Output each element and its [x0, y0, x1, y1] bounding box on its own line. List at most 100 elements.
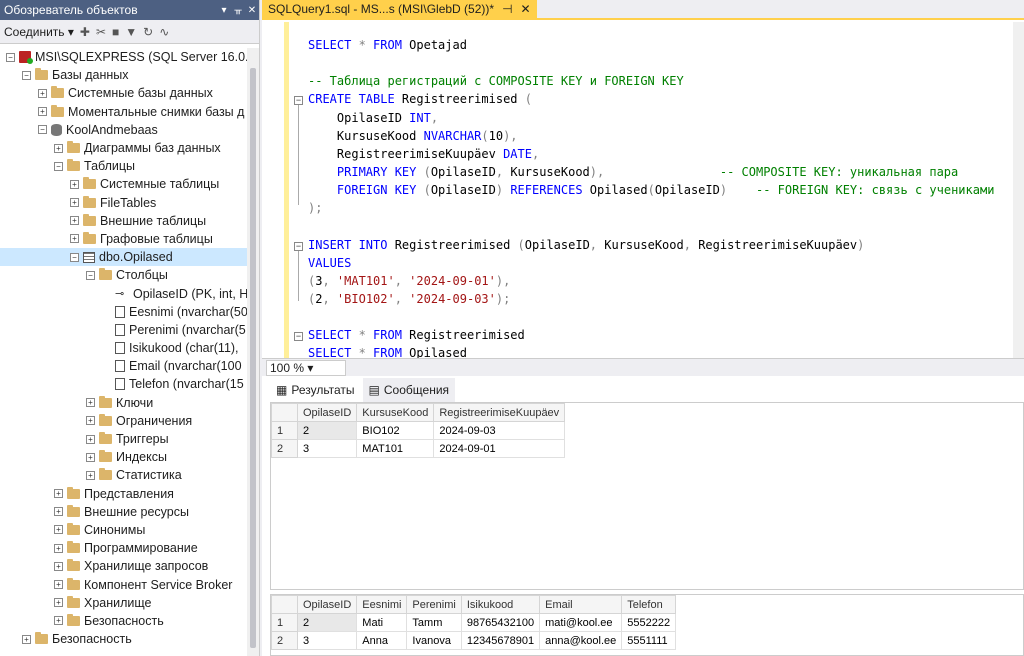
- code-line[interactable]: VALUES: [308, 254, 994, 272]
- column-header[interactable]: Perenimi: [406, 595, 462, 614]
- tree-databases[interactable]: − Базы данных: [0, 66, 248, 84]
- expand-icon[interactable]: +: [54, 507, 63, 517]
- column-header[interactable]: Isikukood: [460, 595, 541, 614]
- tree-system-databases[interactable]: + Системные базы данных: [0, 84, 248, 102]
- tree-server[interactable]: − MSI\SQLEXPRESS (SQL Server 16.0.10: [0, 48, 259, 66]
- activity-monitor-icon[interactable]: ∿: [159, 25, 169, 39]
- expand-icon[interactable]: +: [54, 525, 63, 535]
- tree-query-store[interactable]: + Хранилище запросов: [0, 557, 248, 575]
- close-tab-icon[interactable]: ✕: [521, 2, 531, 16]
- code-line[interactable]: INSERT INTO Registreerimised (OpilaseID,…: [308, 236, 994, 254]
- expand-icon[interactable]: +: [86, 398, 95, 408]
- expand-icon[interactable]: +: [86, 416, 95, 426]
- tree-db-diagrams[interactable]: + Диаграммы баз данных: [0, 139, 248, 157]
- collapse-icon[interactable]: −: [38, 125, 47, 135]
- table-cell[interactable]: 3: [296, 631, 358, 650]
- code-text[interactable]: SELECT * FROM Opetajad -- Таблица регистр…: [308, 36, 994, 358]
- tab-messages[interactable]: ▤ Сообщения: [362, 378, 456, 402]
- expand-icon[interactable]: +: [54, 543, 63, 553]
- code-line[interactable]: (2, 'BIO102', '2024-09-03');: [308, 290, 994, 308]
- connect-button[interactable]: Соединить ▾: [4, 25, 74, 39]
- row-number[interactable]: 2: [271, 631, 298, 650]
- expand-icon[interactable]: +: [70, 179, 79, 189]
- table-cell[interactable]: 98765432100: [460, 613, 541, 632]
- row-number[interactable]: 1: [271, 421, 298, 440]
- pin-tab-icon[interactable]: ⊣: [502, 2, 512, 16]
- expand-icon[interactable]: +: [54, 143, 63, 153]
- table-cell[interactable]: 2: [296, 421, 358, 440]
- table-cell[interactable]: mati@kool.ee: [539, 613, 623, 632]
- code-line[interactable]: );: [308, 199, 994, 217]
- tree-koolandmebaas[interactable]: − KoolAndmebaas: [0, 121, 248, 139]
- expand-icon[interactable]: +: [38, 107, 47, 117]
- table-cell[interactable]: 5551111: [621, 631, 677, 650]
- sql-editor[interactable]: − − − SELECT * FROM Opetajad -- Таблица р…: [262, 22, 1024, 358]
- tree-col-isikukood[interactable]: Isikukood (char(11),: [0, 339, 248, 357]
- connect-icon[interactable]: ✚: [80, 25, 90, 39]
- disconnect-icon[interactable]: ✂: [96, 25, 106, 39]
- fold-toggle[interactable]: −: [294, 332, 303, 341]
- tree-synonyms[interactable]: + Синонимы: [0, 521, 248, 539]
- expand-icon[interactable]: +: [22, 634, 31, 644]
- table-cell[interactable]: MAT101: [356, 439, 435, 458]
- stop-icon[interactable]: ■: [112, 25, 119, 39]
- table-row[interactable]: 1 2 Mati Tamm 98765432100 mati@kool.ee 5552222: [271, 613, 677, 632]
- row-number-header[interactable]: [271, 595, 298, 614]
- code-line[interactable]: RegistreerimiseKuupäev DATE,: [308, 145, 994, 163]
- table-cell[interactable]: 5552222: [621, 613, 677, 632]
- tab-results[interactable]: ▦ Результаты: [270, 378, 361, 402]
- expand-icon[interactable]: +: [54, 580, 63, 590]
- tree-dbo-opilased[interactable]: − dbo.Opilased: [0, 248, 248, 267]
- tree-triggers[interactable]: + Триггеры: [0, 430, 248, 448]
- tree-programming[interactable]: + Программирование: [0, 539, 248, 557]
- row-number-header[interactable]: [271, 403, 298, 422]
- tree-storage[interactable]: + Хранилище: [0, 594, 248, 612]
- expand-icon[interactable]: +: [54, 616, 63, 626]
- table-cell[interactable]: 2024-09-03: [433, 421, 566, 440]
- table-cell[interactable]: 2: [296, 613, 358, 632]
- tree-statistics[interactable]: + Статистика: [0, 466, 248, 484]
- code-line[interactable]: SELECT * FROM Opetajad: [308, 36, 994, 54]
- collapse-icon[interactable]: −: [54, 161, 63, 171]
- code-line[interactable]: [308, 54, 994, 72]
- fold-toggle[interactable]: −: [294, 242, 303, 251]
- tree-col-perenimi[interactable]: Perenimi (nvarchar(5: [0, 321, 248, 339]
- expand-icon[interactable]: +: [86, 452, 95, 462]
- tree-scrollbar-thumb[interactable]: [250, 68, 256, 648]
- code-line[interactable]: PRIMARY KEY (OpilaseID, KursuseKood), --…: [308, 163, 994, 181]
- collapse-icon[interactable]: −: [70, 252, 79, 262]
- editor-scrollbar[interactable]: [1013, 22, 1024, 358]
- tree-columns[interactable]: − Столбцы: [0, 266, 248, 284]
- tree-server-security[interactable]: + Безопасность: [0, 630, 248, 648]
- code-line[interactable]: SELECT * FROM Opilased: [308, 344, 994, 358]
- column-header[interactable]: Eesnimi: [356, 595, 408, 614]
- column-header[interactable]: OpilaseID: [296, 403, 358, 422]
- tree-col-opilaseid[interactable]: ⊸ OpilaseID (PK, int, H: [0, 284, 248, 302]
- expand-icon[interactable]: +: [86, 470, 95, 480]
- table-cell[interactable]: Anna: [356, 631, 408, 650]
- tree-db-security[interactable]: + Безопасность: [0, 612, 248, 630]
- tree-filetables[interactable]: + FileTables: [0, 194, 248, 212]
- close-icon[interactable]: ✕: [245, 5, 259, 16]
- results-grid-registreerimised[interactable]: OpilaseID KursuseKood RegistreerimiseKuupä…: [270, 402, 1024, 590]
- pin-icon[interactable]: ᚂ: [231, 5, 245, 16]
- table-cell[interactable]: BIO102: [356, 421, 435, 440]
- column-header[interactable]: OpilaseID: [296, 595, 358, 614]
- tree-constraints[interactable]: + Ограничения: [0, 412, 248, 430]
- tree-tables[interactable]: − Таблицы: [0, 157, 248, 175]
- code-line[interactable]: KursuseKood NVARCHAR(10),: [308, 127, 994, 145]
- refresh-icon[interactable]: ↻: [143, 25, 153, 39]
- table-row[interactable]: 2 3 MAT101 2024-09-01: [271, 439, 566, 458]
- expand-icon[interactable]: +: [70, 216, 79, 226]
- tree-external-tables[interactable]: + Внешние таблицы: [0, 212, 248, 230]
- row-number[interactable]: 2: [271, 439, 298, 458]
- column-header[interactable]: KursuseKood: [356, 403, 435, 422]
- expand-icon[interactable]: +: [38, 88, 47, 98]
- filter-icon[interactable]: ▼: [125, 25, 137, 39]
- code-line[interactable]: -- Таблица регистраций с COMPOSITE KEY и…: [308, 72, 994, 90]
- table-cell[interactable]: 3: [296, 439, 358, 458]
- expand-icon[interactable]: +: [54, 598, 63, 608]
- code-line[interactable]: OpilaseID INT,: [308, 109, 994, 127]
- collapse-icon[interactable]: −: [22, 70, 31, 80]
- column-header[interactable]: RegistreerimiseKuupäev: [433, 403, 566, 422]
